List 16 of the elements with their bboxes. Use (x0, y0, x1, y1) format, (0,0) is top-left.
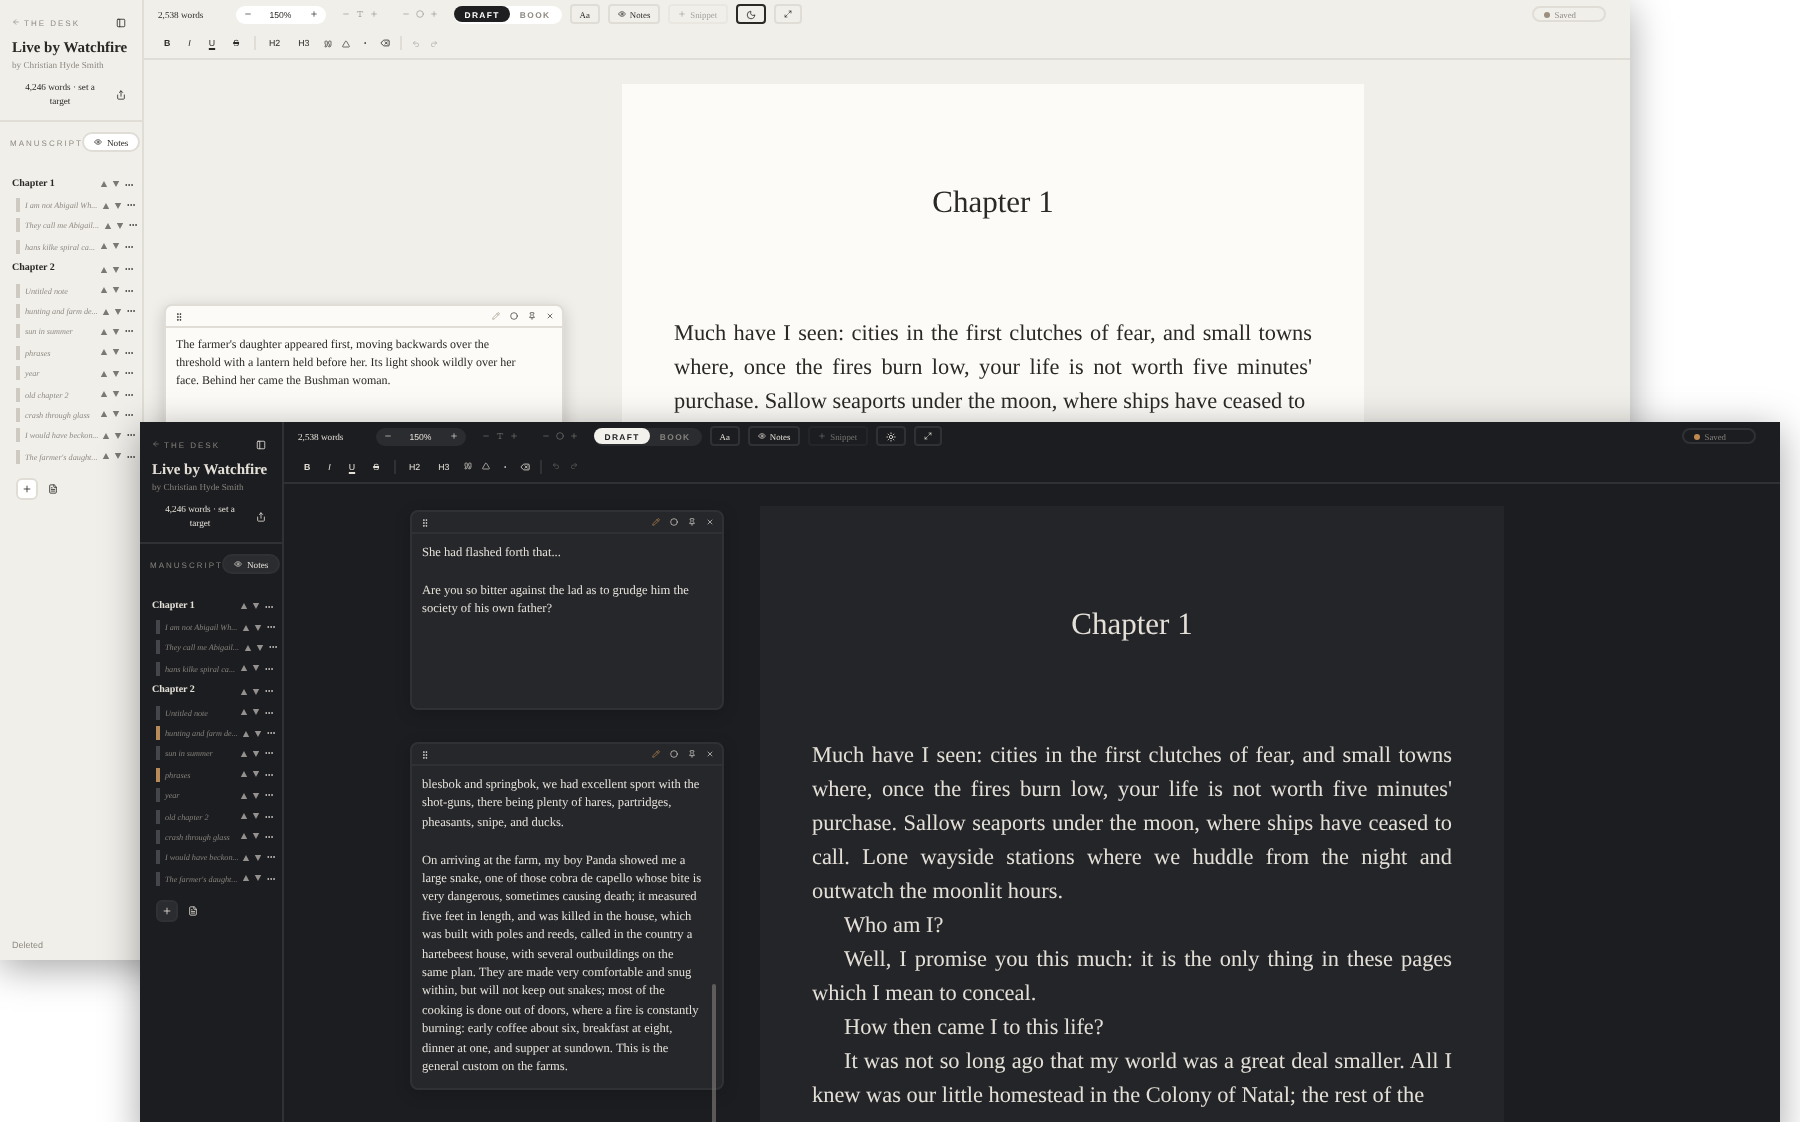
body-text-line: which I mean to conceal. (812, 980, 1039, 1010)
body-text-line: Much have I seen: cities in the first clutches of fear, and small towns (674, 320, 1312, 350)
chapter-heading: Chapter 1 (930, 184, 1056, 224)
chapter-heading: Chapter 1 (1069, 606, 1195, 646)
body-text-line: Who am I? (842, 912, 946, 942)
body-text-line: Well, I promise you this much: it is the only thing in these pages (842, 946, 1452, 976)
body-text-line: where, once the fires burn low, your life is not worth five minutes' (812, 776, 1452, 806)
body-text-line: It was not so long ago that my world was a great deal smaller. All I (842, 1048, 1452, 1078)
body-text-line: purchase. Sallow seaports under the moon, where ships have ceased to (812, 810, 1452, 840)
body-text-line: knew was our little homestead in the Colony of Natal; the rest of the (812, 1082, 1427, 1112)
body-text-line: where, once the fires burn low, your life is not worth five minutes' (674, 354, 1312, 384)
body-text-line: outwatch the moonlit hours. (812, 878, 1066, 908)
body-text-line: Much have I seen: cities in the first clutches of fear, and small towns (812, 742, 1452, 772)
body-text-line: How then came I to this life? (842, 1014, 1106, 1044)
body-text-line: call. Lone wayside stations where we huddle from the night and (812, 844, 1452, 874)
body-text-line: purchase. Sallow seaports under the moon, where ships have ceased to (674, 388, 1308, 418)
